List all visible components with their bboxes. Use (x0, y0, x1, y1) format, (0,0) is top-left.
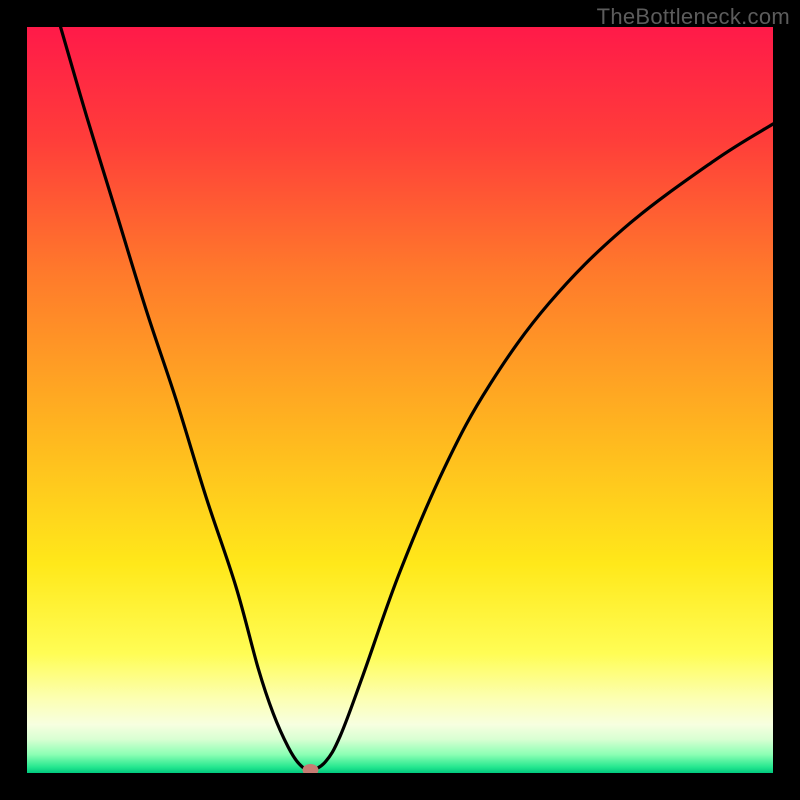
plot-background (27, 27, 773, 773)
site-watermark: TheBottleneck.com (597, 4, 790, 30)
chart-frame: TheBottleneck.com (0, 0, 800, 800)
bottleneck-chart (27, 27, 773, 773)
